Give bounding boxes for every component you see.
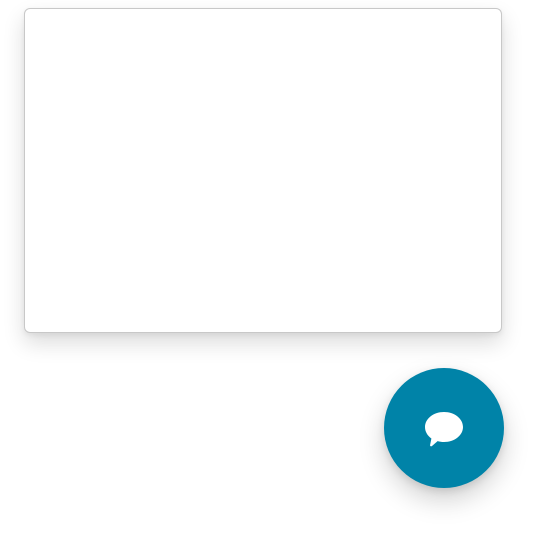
page [0, 0, 536, 544]
chat-panel [24, 8, 502, 333]
chat-bubble-icon [425, 412, 463, 447]
chat-launcher-button[interactable] [384, 368, 504, 488]
